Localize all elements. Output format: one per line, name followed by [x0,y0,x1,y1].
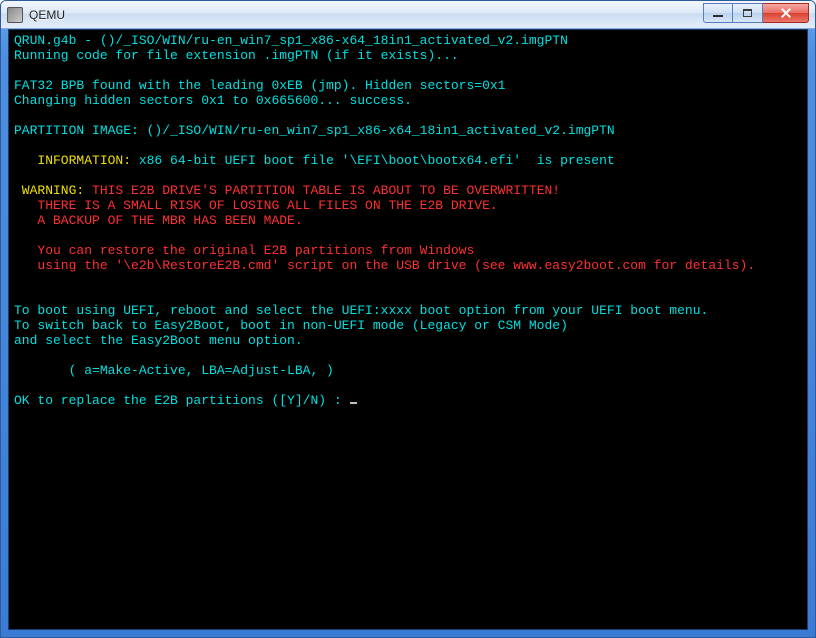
window-controls [703,3,809,23]
cursor-icon [350,402,357,404]
term-line: FAT32 BPB found with the leading 0xEB (j… [14,78,505,93]
term-line: To switch back to Easy2Boot, boot in non… [14,318,568,333]
term-line: and select the Easy2Boot menu option. [14,333,303,348]
warning-line: THIS E2B DRIVE'S PARTITION TABLE IS ABOU… [84,183,560,198]
maximize-button[interactable] [733,3,763,23]
term-line: To boot using UEFI, reboot and select th… [14,303,708,318]
info-text: x86 64-bit UEFI boot file '\EFI\boot\boo… [131,153,615,168]
term-line: Running code for file extension .imgPTN … [14,48,459,63]
warning-line: THERE IS A SMALL RISK OF LOSING ALL FILE… [14,198,498,213]
app-icon [7,7,23,23]
warning-line: A BACKUP OF THE MBR HAS BEEN MADE. [14,213,303,228]
term-line: QRUN.g4b - ()/_ISO/WIN/ru-en_win7_sp1_x8… [14,33,568,48]
client-area: QRUN.g4b - ()/_ISO/WIN/ru-en_win7_sp1_x8… [8,29,808,630]
window-title: QEMU [29,8,703,22]
minimize-button[interactable] [703,3,733,23]
warning-line: You can restore the original E2B partiti… [14,243,474,258]
warning-label: WARNING: [14,183,84,198]
info-label: INFORMATION: [14,153,131,168]
terminal-output[interactable]: QRUN.g4b - ()/_ISO/WIN/ru-en_win7_sp1_x8… [8,29,808,630]
term-line: ( a=Make-Active, LBA=Adjust-LBA, ) [14,363,334,378]
close-icon [780,7,792,19]
term-line: PARTITION IMAGE: ()/_ISO/WIN/ru-en_win7_… [14,123,615,138]
titlebar[interactable]: QEMU [1,1,815,29]
maximize-icon [743,9,752,17]
prompt-line: OK to replace the E2B partitions ([Y]/N)… [14,393,349,408]
term-line: Changing hidden sectors 0x1 to 0x665600.… [14,93,412,108]
qemu-window: QEMU QRUN.g4b - ()/_ISO/WIN/ru-en_win7_s… [0,0,816,638]
warning-line: using the '\e2b\RestoreE2B.cmd' script o… [14,258,755,273]
close-button[interactable] [763,3,809,23]
minimize-icon [713,15,723,17]
